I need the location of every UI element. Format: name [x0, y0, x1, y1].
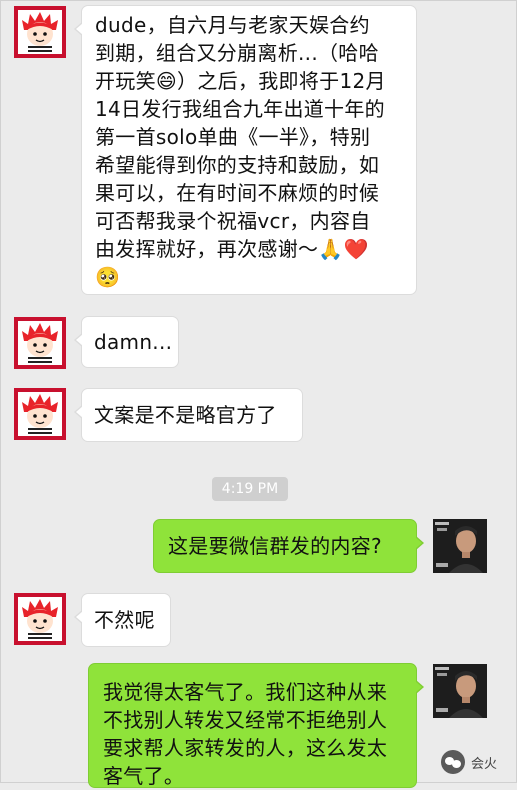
message-line: 要求帮人家转发的人，这么发太: [103, 736, 388, 760]
message-line: 到期，组合又分崩离析...（哈哈: [95, 41, 379, 65]
message-line: 由发挥就好，再次感谢～🙏❤️: [95, 237, 369, 261]
cartoon-boy-avatar-icon: [22, 599, 58, 641]
message-bubble[interactable]: 不然呢: [74, 593, 171, 647]
message-line: 不然呢: [94, 608, 155, 632]
message-bubble[interactable]: 文案是不是略官方了: [74, 388, 303, 442]
man-photo-avatar-icon: [433, 664, 487, 718]
message-bubble[interactable]: damn...: [74, 316, 179, 368]
message-line: 不找别人转发又经常不拒绝别人: [103, 708, 388, 732]
user-avatar[interactable]: [433, 664, 487, 718]
message-line: 希望能得到你的支持和鼓励，如: [95, 153, 380, 177]
watermark-text: 会火: [471, 756, 498, 772]
message-line: 第一首solo单曲《一半》，特别: [95, 125, 371, 149]
man-photo-avatar-icon: [433, 519, 487, 573]
contact-avatar[interactable]: [14, 6, 66, 58]
message-line: 这是要微信群发的内容?: [168, 534, 382, 558]
message-line: 文案是不是略官方了: [94, 403, 277, 427]
message-line: 开玩笑😄）之后，我即将于12月: [95, 69, 386, 93]
contact-avatar[interactable]: [14, 593, 66, 645]
chat-window: dude，自六月与老家天娱合约 到期，组合又分崩离析...（哈哈 开玩笑😄）之后…: [0, 0, 517, 788]
contact-avatar[interactable]: [14, 388, 66, 440]
message-line: 14日发行我组合九年出道十年的: [95, 97, 385, 121]
cartoon-boy-avatar-icon: [22, 323, 58, 365]
message-line: 🥺: [95, 265, 121, 289]
message-bubble[interactable]: dude，自六月与老家天娱合约 到期，组合又分崩离析...（哈哈 开玩笑😄）之后…: [74, 5, 417, 295]
message-line: 可否帮我录个祝福vcr，内容自: [95, 209, 371, 233]
message-line: 我觉得太客气了。我们这种从来: [103, 680, 388, 704]
cartoon-boy-avatar-icon: [22, 12, 58, 54]
user-avatar[interactable]: [433, 519, 487, 573]
wechat-logo-icon: [441, 750, 465, 774]
timestamp: 4:19 PM: [212, 477, 288, 501]
contact-avatar[interactable]: [14, 317, 66, 369]
cartoon-boy-avatar-icon: [22, 394, 58, 436]
message-bubble[interactable]: 我觉得太客气了。我们这种从来 不找别人转发又经常不拒绝别人 要求帮人家转发的人，…: [88, 663, 424, 788]
watermark: 会火: [441, 749, 497, 775]
message-line: 果可以，在有时间不麻烦的时候: [95, 181, 380, 205]
message-line: 客气了。: [103, 764, 185, 788]
message-bubble[interactable]: 这是要微信群发的内容?: [153, 519, 424, 573]
message-line: damn...: [94, 330, 173, 354]
message-line: dude，自六月与老家天娱合约: [95, 13, 370, 37]
